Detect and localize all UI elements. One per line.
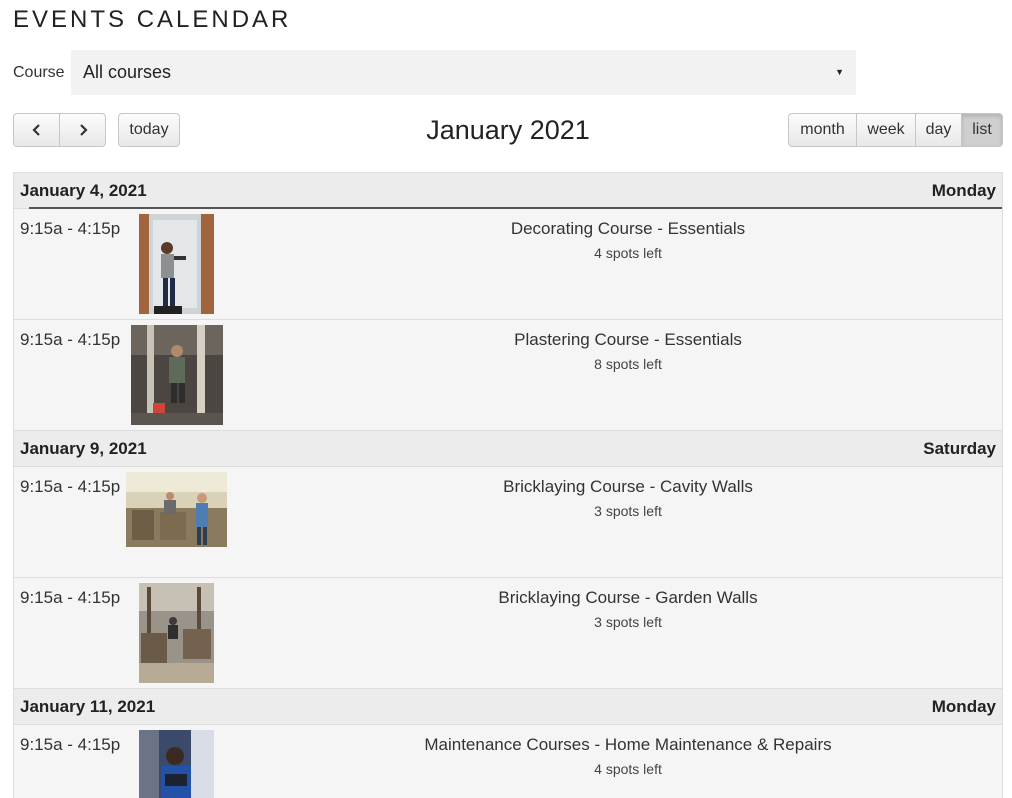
event-photo (139, 730, 214, 798)
course-filter-label: Course (13, 63, 65, 81)
event-title[interactable]: Plastering Course - Essentials (254, 330, 1002, 350)
event-spots: 3 spots left (594, 614, 662, 630)
event-title[interactable]: Bricklaying Course - Cavity Walls (254, 477, 1002, 497)
event-time: 9:15a - 4:15p (20, 588, 121, 607)
day-date: January 9, 2021 (20, 438, 147, 458)
event-title[interactable]: Bricklaying Course - Garden Walls (254, 588, 1002, 608)
next-button[interactable] (59, 113, 106, 147)
event-photo (139, 214, 214, 314)
day-weekday: Saturday (923, 438, 996, 458)
event-info: Plastering Course - Essentials 8 spots l… (254, 330, 1002, 373)
chevron-right-icon (79, 124, 88, 136)
calendar-toolbar: today January 2021 month week day list (13, 113, 1003, 147)
event-spots: 3 spots left (594, 503, 662, 519)
event-info: Bricklaying Course - Cavity Walls 3 spot… (254, 477, 1002, 520)
course-select[interactable]: All courses ▼ (71, 50, 856, 95)
chevron-left-icon (31, 124, 40, 136)
day-header: January 11, 2021 Monday (14, 689, 1002, 725)
event-list: January 4, 2021 Monday 9:15a - 4:15p Dec… (13, 172, 1003, 798)
event-info: Decorating Course - Essentials 4 spots l… (254, 219, 1002, 262)
event-info: Bricklaying Course - Garden Walls 3 spot… (254, 588, 1002, 631)
day-header: January 4, 2021 Monday (14, 173, 1002, 209)
caret-down-icon: ▼ (835, 67, 844, 77)
month-view-button[interactable]: month (788, 113, 857, 147)
day-header: January 9, 2021 Saturday (14, 431, 1002, 467)
event-photo (139, 583, 214, 683)
event-photo (131, 325, 223, 425)
today-button[interactable]: today (118, 113, 180, 147)
event-spots: 8 spots left (594, 356, 662, 372)
event-info: Maintenance Courses - Home Maintenance &… (254, 735, 1002, 778)
list-view-button[interactable]: list (961, 113, 1003, 147)
prev-button[interactable] (13, 113, 60, 147)
event-row[interactable]: 9:15a - 4:15p Maintenance Courses - Home… (14, 725, 1002, 798)
day-date: January 11, 2021 (20, 696, 156, 716)
event-spots: 4 spots left (594, 245, 662, 261)
event-time: 9:15a - 4:15p (20, 330, 121, 349)
event-spots: 4 spots left (594, 761, 662, 777)
day-date: January 4, 2021 (20, 180, 147, 200)
event-time: 9:15a - 4:15p (20, 477, 121, 496)
week-view-button[interactable]: week (856, 113, 916, 147)
event-row[interactable]: 9:15a - 4:15p Decorating Course - Essent… (14, 209, 1002, 320)
event-row[interactable]: 9:15a - 4:15p Bricklaying Course - Garde… (14, 578, 1002, 689)
event-title[interactable]: Maintenance Courses - Home Maintenance &… (254, 735, 1002, 755)
event-time: 9:15a - 4:15p (20, 219, 121, 238)
page-title: EVENTS CALENDAR (13, 6, 292, 33)
event-title[interactable]: Decorating Course - Essentials (254, 219, 1002, 239)
event-time: 9:15a - 4:15p (20, 735, 121, 754)
event-row[interactable]: 9:15a - 4:15p Plastering Course - Essent… (14, 320, 1002, 431)
day-weekday: Monday (931, 696, 996, 716)
event-row[interactable]: 9:15a - 4:15p Bricklaying Course - Cavit… (14, 467, 1002, 578)
course-select-value: All courses (83, 62, 172, 82)
day-weekday: Monday (931, 180, 996, 200)
course-filter: Course All courses ▼ (13, 50, 856, 95)
event-photo (126, 472, 227, 547)
day-view-button[interactable]: day (915, 113, 962, 147)
